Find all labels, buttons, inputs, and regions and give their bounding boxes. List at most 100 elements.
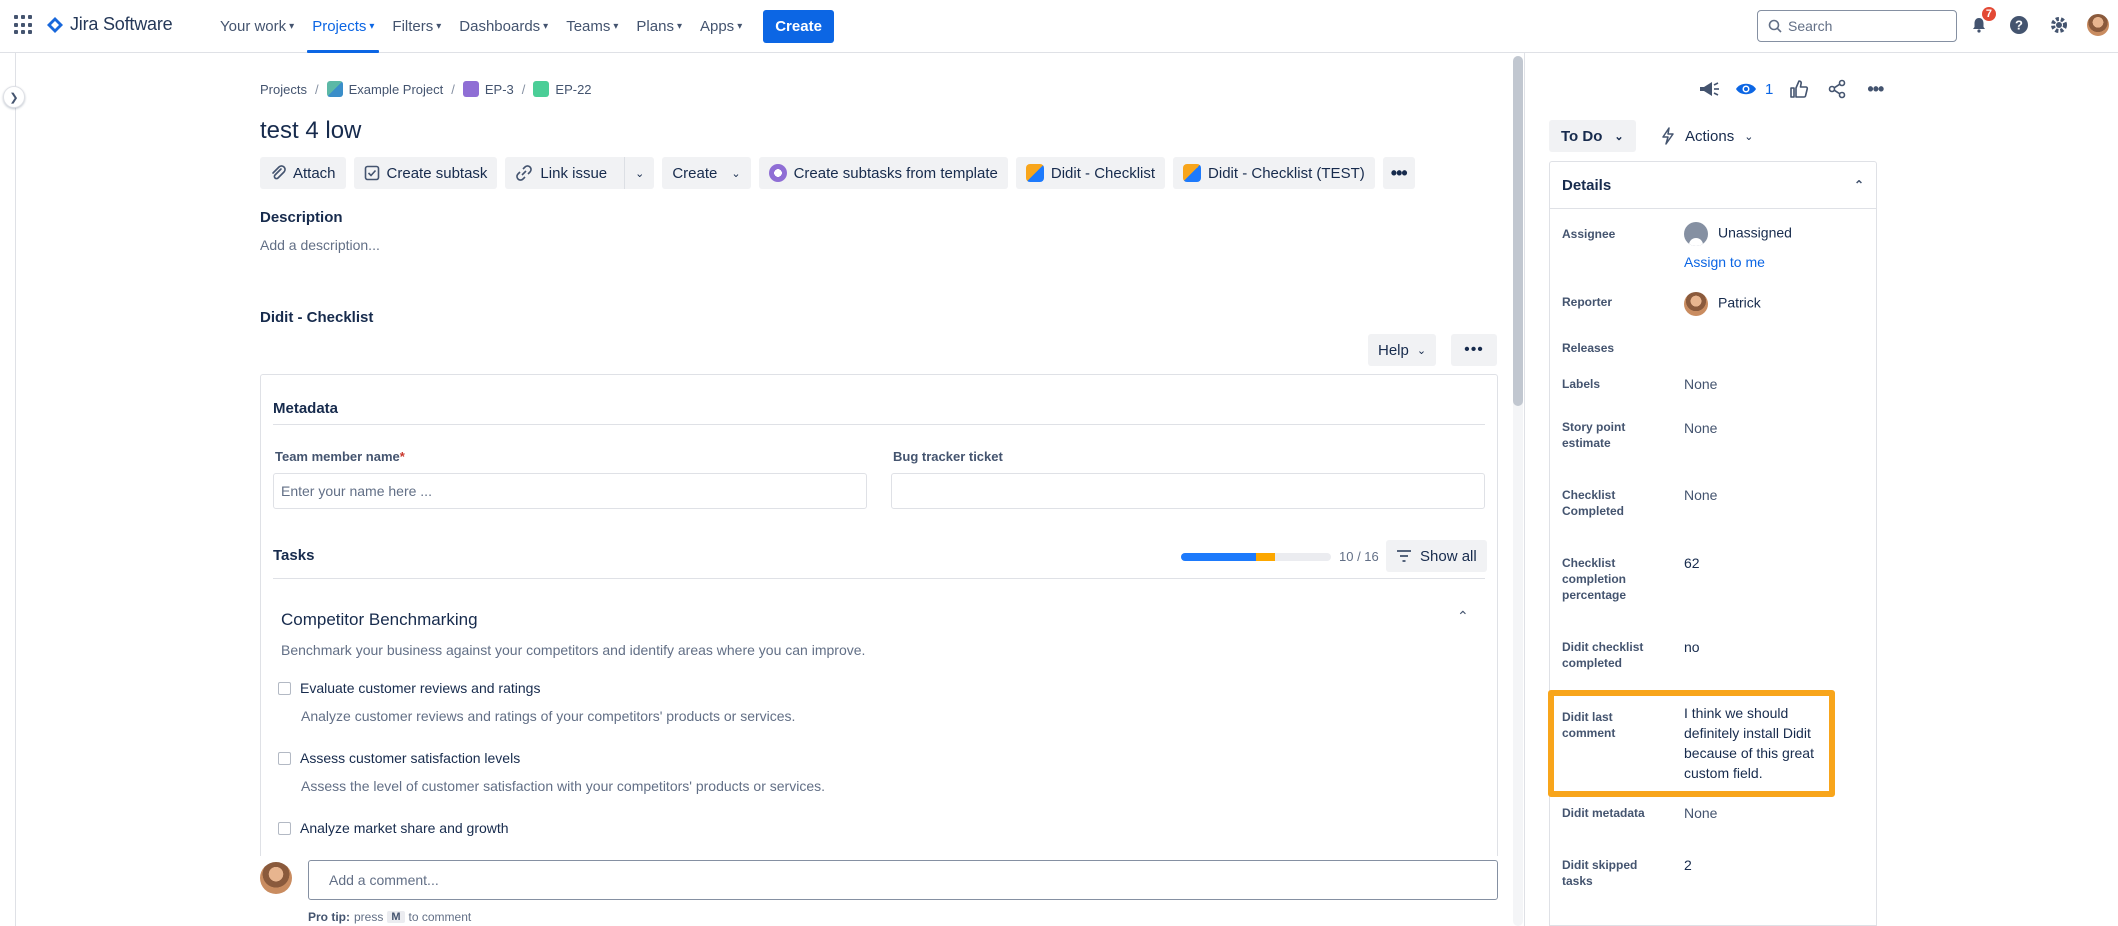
app-switcher-icon[interactable] (14, 15, 34, 35)
chevron-up-icon: ⌃ (1457, 608, 1469, 624)
more-horizontal-icon: ••• (1390, 162, 1408, 183)
primary-nav: Your work ▾ Projects ▾ Filters ▾ Dashboards… (211, 0, 834, 53)
checklist-more-button[interactable]: ••• (1451, 334, 1497, 366)
task-label[interactable]: Evaluate customer reviews and ratings (300, 680, 540, 696)
bug-tracker-label: Bug tracker ticket (893, 449, 1003, 464)
create-subtasks-from-template-button[interactable]: Create subtasks from template (758, 157, 1008, 189)
list-item: Assess customer satisfaction levels (278, 750, 520, 766)
details-title: Details (1562, 176, 1612, 194)
nav-label: Your work (220, 18, 287, 35)
attach-button[interactable]: Attach (260, 157, 346, 189)
didit-checklist-test-button[interactable]: Didit - Checklist (TEST) (1173, 157, 1375, 189)
profile-avatar[interactable] (2086, 13, 2110, 37)
comment-composer: Add a comment... Pro tip: press M to com… (260, 856, 1500, 926)
nav-label: Plans (636, 18, 674, 35)
issue-title[interactable]: test 4 low (260, 117, 361, 145)
main-scrollbar[interactable] (1513, 56, 1523, 926)
breadcrumb-label: Example Project (348, 81, 444, 97)
breadcrumb-issue[interactable]: EP-22 (533, 81, 592, 97)
more-actions-button[interactable]: ••• (1382, 157, 1415, 189)
watch-button[interactable]: 1 (1735, 81, 1773, 98)
show-all-button[interactable]: Show all (1386, 540, 1487, 572)
story-points-value[interactable]: None (1684, 418, 1717, 438)
search-input[interactable]: Search (1757, 10, 1957, 42)
team-member-placeholder: Enter your name here ... (281, 483, 432, 499)
scrollbar-thumb[interactable] (1513, 56, 1523, 406)
nav-projects[interactable]: Projects ▾ (303, 0, 383, 53)
create-button[interactable]: Create (763, 10, 834, 43)
checklist-card: Metadata Team member name* Enter your na… (260, 374, 1498, 894)
vote-button[interactable] (1787, 77, 1811, 101)
lightning-icon (1662, 127, 1674, 145)
expand-sidebar-button[interactable]: ❯ (3, 86, 25, 108)
didit-metadata-value[interactable]: None (1684, 803, 1717, 823)
labels-value[interactable]: None (1684, 374, 1717, 394)
issue-header-actions: 1 ••• (1697, 77, 1887, 101)
nav-apps[interactable]: Apps ▾ (691, 0, 751, 53)
feedback-button[interactable] (1697, 77, 1721, 101)
task-checkbox[interactable] (278, 821, 291, 835)
details-header[interactable]: Details ⌃ (1550, 162, 1876, 209)
jira-logo[interactable]: Jira Software (46, 14, 173, 35)
nav-teams[interactable]: Teams ▾ (557, 0, 627, 53)
nav-filters[interactable]: Filters ▾ (383, 0, 450, 53)
didit-checklist-button[interactable]: Didit - Checklist (1015, 157, 1166, 189)
status-dropdown[interactable]: To Do ⌄ (1549, 120, 1636, 152)
didit-completed-value[interactable]: no (1684, 637, 1700, 657)
help-button[interactable]: ? (2006, 11, 2032, 39)
breadcrumb-separator: / (314, 81, 319, 97)
comment-input[interactable]: Add a comment... (308, 860, 1498, 900)
svg-text:?: ? (2015, 18, 2023, 33)
checklist-help-button[interactable]: Help ⌄ (1368, 334, 1437, 366)
task-group-title[interactable]: Competitor Benchmarking (281, 610, 478, 630)
task-checkbox[interactable] (278, 681, 291, 695)
more-horizontal-icon: ••• (1464, 341, 1484, 358)
create-subtask-button[interactable]: Create subtask (353, 157, 498, 189)
task-checkbox[interactable] (278, 751, 291, 765)
epic-icon (462, 81, 479, 97)
actions-dropdown[interactable]: Actions ⌄ (1651, 120, 1763, 152)
notifications-button[interactable]: 7 (1966, 7, 1996, 39)
progress-skipped-segment (1256, 553, 1275, 561)
settings-button[interactable] (2046, 11, 2072, 39)
collapse-group-button[interactable]: ⌃ (1457, 608, 1469, 625)
share-button[interactable] (1825, 77, 1849, 101)
top-navigation: Jira Software Your work ▾ Projects ▾ Filte… (0, 0, 2118, 53)
create-dropdown-button[interactable]: Create ⌄ (662, 157, 751, 189)
pro-tip-heading: Pro tip: (308, 910, 350, 924)
breadcrumb-epic[interactable]: EP-3 (462, 81, 514, 97)
story-icon (533, 81, 550, 97)
nav-label: Teams (566, 18, 611, 35)
breadcrumb-project[interactable]: Example Project (326, 81, 444, 97)
nav-plans[interactable]: Plans ▾ (627, 0, 691, 53)
description-field[interactable]: Add a description... (260, 237, 380, 253)
checklist-completed-label: Checklist Completed (1562, 488, 1625, 518)
nav-your-work[interactable]: Your work ▾ (211, 0, 303, 53)
task-label[interactable]: Analyze market share and growth (300, 820, 509, 836)
comment-placeholder: Add a comment... (329, 872, 439, 888)
breadcrumb-projects[interactable]: Projects (260, 82, 307, 97)
link-issue-button[interactable]: Link issue (505, 157, 617, 189)
attach-label: Attach (293, 164, 336, 182)
chevron-down-icon: ⌄ (635, 167, 645, 180)
checklist-percentage-value[interactable]: 62 (1684, 553, 1700, 573)
chevron-up-icon: ⌃ (1853, 178, 1864, 192)
bug-tracker-input[interactable] (891, 473, 1485, 509)
checklist-completed-value[interactable]: None (1684, 485, 1717, 505)
pro-tip-text: press (354, 910, 384, 924)
pro-tip-text: to comment (408, 910, 472, 924)
link-issue-dropdown[interactable]: ⌄ (624, 157, 654, 189)
panel-divider[interactable] (1524, 53, 1525, 926)
assign-to-me-link[interactable]: Assign to me (1684, 254, 1765, 270)
didit-skipped-value[interactable]: 2 (1684, 855, 1692, 875)
more-actions-button[interactable]: ••• (1863, 77, 1887, 101)
notification-count-badge: 7 (1981, 7, 1996, 21)
watchers-count: 1 (1765, 80, 1774, 98)
progress-completed-segment (1181, 553, 1256, 561)
task-label[interactable]: Assess customer satisfaction levels (300, 750, 520, 766)
reporter-value[interactable]: Patrick (1684, 292, 1761, 316)
team-member-input[interactable]: Enter your name here ... (273, 473, 867, 509)
project-sidebar-collapsed (0, 53, 16, 926)
nav-dashboards[interactable]: Dashboards ▾ (450, 0, 557, 53)
assignee-value[interactable]: Unassigned (1684, 222, 1792, 246)
